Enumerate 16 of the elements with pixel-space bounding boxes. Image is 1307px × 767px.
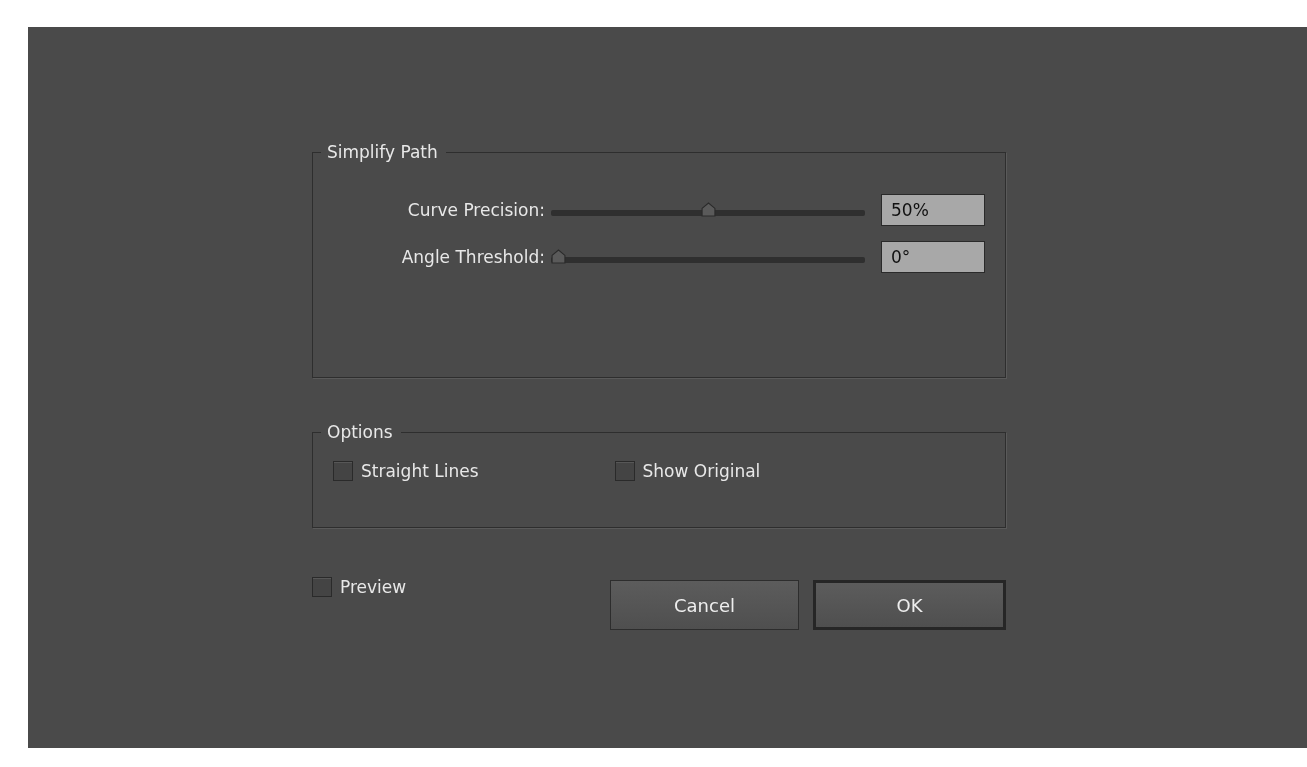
checkbox[interactable] xyxy=(614,461,635,481)
checkbox-option[interactable]: Straight Lines xyxy=(333,461,479,481)
slider[interactable] xyxy=(551,249,865,265)
value-field[interactable]: 50% xyxy=(881,194,985,226)
slider-label: Angle Threshold: xyxy=(401,247,545,267)
slider-label: Curve Precision: xyxy=(407,200,545,220)
slider[interactable] xyxy=(551,202,865,218)
slider-thumb[interactable] xyxy=(551,249,566,264)
checkbox[interactable] xyxy=(312,577,332,597)
slider-thumb[interactable] xyxy=(700,202,716,217)
checkbox[interactable] xyxy=(333,461,353,481)
dialog-button[interactable]: Cancel xyxy=(610,580,799,630)
dialog-button[interactable]: OK xyxy=(813,580,1006,630)
value-field[interactable]: 0° xyxy=(881,241,985,273)
preview-checkbox[interactable]: Preview xyxy=(312,577,407,597)
checkbox-option[interactable]: Show Original xyxy=(614,461,761,481)
